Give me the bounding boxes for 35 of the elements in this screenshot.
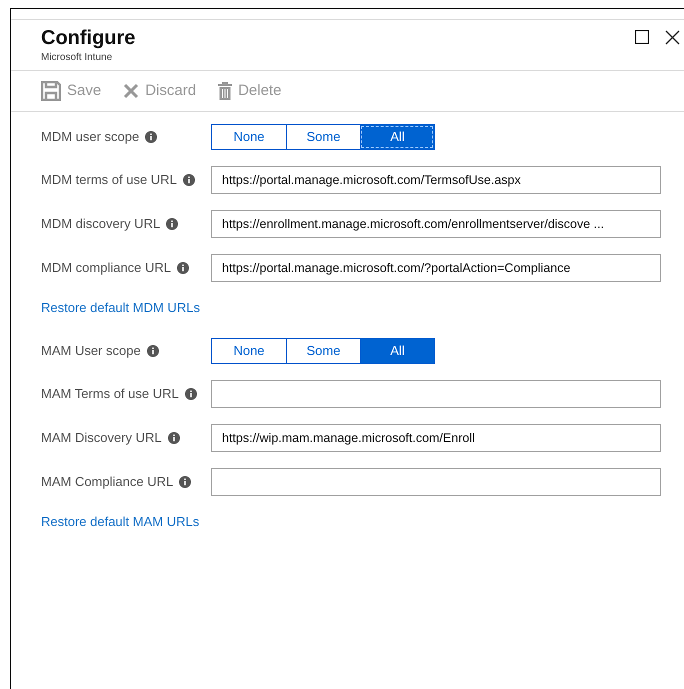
info-icon — [146, 344, 159, 356]
url-field[interactable]: https://portal.manage.microsoft.com/TermsofUse.aspx — [211, 166, 661, 194]
info-icon — [166, 218, 178, 230]
field-label: MDM user scope — [41, 128, 140, 146]
info-icon — [168, 432, 180, 444]
field-label: MAM Terms of use URL — [41, 384, 179, 403]
field-label: MDM compliance URL — [41, 259, 172, 278]
url-field[interactable]: https://enrollment.manage.microsoft.com/enrollmentserver/discove ... — [211, 210, 661, 238]
url-field[interactable]: https://portal.manage.microsoft.com/?portalAction=Compliance — [211, 254, 661, 282]
field-label: MDM discovery URL — [41, 215, 160, 234]
field-label: MAM Discovery URL — [41, 428, 162, 447]
info-icon — [145, 131, 158, 143]
restore-link[interactable]: Restore default MDM URLs — [41, 298, 200, 318]
maximize-button[interactable] — [634, 29, 650, 45]
window-subtitle: Microsoft Intune — [41, 51, 114, 65]
close-icon — [664, 30, 680, 44]
info-icon — [177, 262, 190, 274]
info-icon — [184, 388, 197, 400]
scope-option[interactable]: All — [360, 125, 434, 149]
close-button[interactable] — [664, 29, 680, 45]
window-title: Configure — [41, 26, 136, 51]
url-field[interactable] — [211, 380, 661, 408]
trash-icon — [218, 82, 232, 100]
restore-link[interactable]: Restore default MAM URLs — [41, 512, 200, 531]
x-icon — [123, 83, 140, 99]
info-icon — [182, 174, 195, 186]
url-field[interactable]: https://wip.mam.manage.microsoft.com/Enroll — [211, 424, 661, 452]
field-label: MAM User scope — [41, 342, 141, 360]
info-icon — [179, 476, 192, 488]
field-label: MDM terms of use URL — [41, 171, 177, 190]
scope-option[interactable]: All — [360, 338, 434, 362]
field-label: MAM Compliance URL — [41, 472, 174, 491]
url-field[interactable] — [211, 468, 661, 496]
maximize-icon — [635, 30, 649, 44]
save-icon — [41, 81, 61, 101]
